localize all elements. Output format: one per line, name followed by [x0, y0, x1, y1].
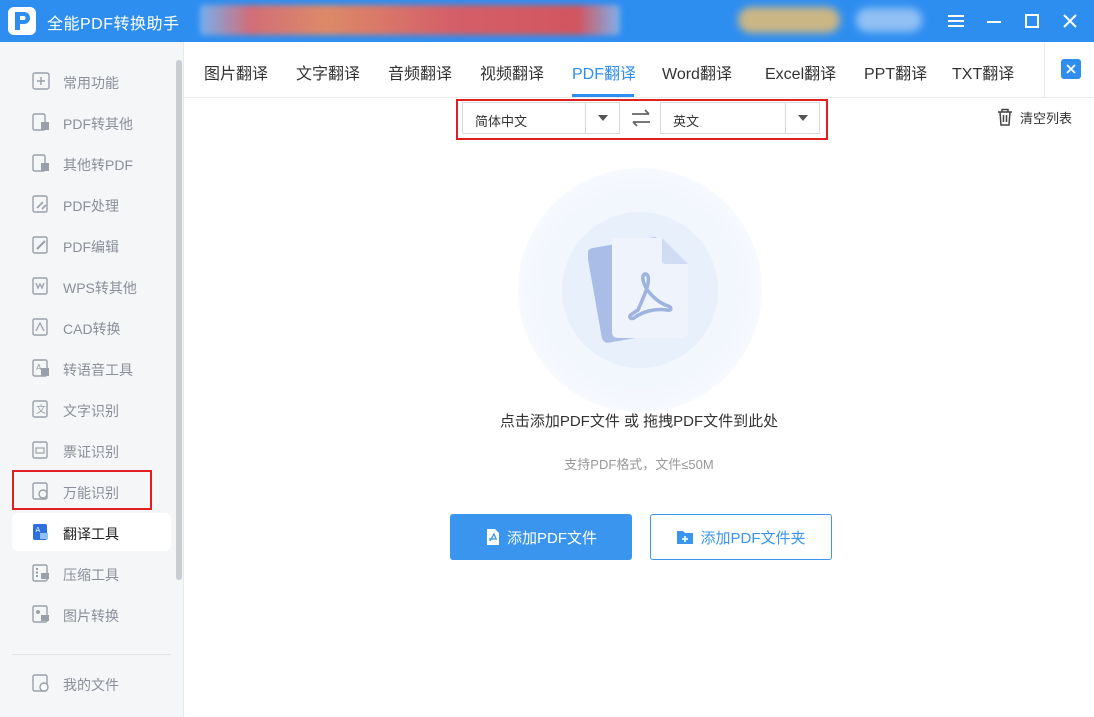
blurred-banner — [200, 5, 620, 35]
sidebar-item-label: 常用功能 — [63, 75, 119, 91]
source-dropdown-toggle[interactable] — [585, 103, 619, 133]
caret-down-icon — [597, 115, 608, 121]
tab-word-translate[interactable]: Word翻译 — [662, 60, 732, 84]
add-file-icon — [485, 528, 501, 546]
voice-icon: A — [32, 359, 49, 377]
target-language-select[interactable]: 英文 — [660, 102, 820, 134]
sidebar-item-pdf-to-other[interactable]: PDF转其他 — [12, 103, 171, 141]
pdf-process-icon — [32, 195, 48, 213]
tab-image-translate[interactable]: 图片翻译 — [204, 60, 268, 84]
sidebar-item-my-files[interactable]: 我的文件 — [12, 664, 171, 702]
tab-separator — [1044, 42, 1045, 98]
dropzone-instruction[interactable]: 点击添加PDF文件 或 拖拽PDF文件到此处 — [0, 410, 1094, 431]
tab-audio-translate[interactable]: 音频翻译 — [388, 60, 452, 84]
blurred-user-avatar — [856, 8, 922, 32]
sidebar-item-label: PDF转其他 — [63, 116, 133, 132]
image-convert-icon — [32, 605, 49, 623]
maximize-icon[interactable] — [1017, 6, 1047, 36]
swap-arrows-icon[interactable] — [629, 107, 653, 134]
sidebar-item-label: PDF处理 — [63, 198, 119, 214]
sidebar: 常用功能 PDF转其他 其他转PDF PDF处理 PDF编辑 WPS转其他 CA… — [0, 42, 184, 717]
blurred-user-info — [738, 7, 840, 33]
highlight-box-translate — [12, 470, 152, 510]
sidebar-item-label: 我的文件 — [63, 677, 119, 693]
title-bar: 全能PDF转换助手 — [0, 0, 1094, 42]
sidebar-item-cad[interactable]: CAD转换 — [12, 308, 171, 346]
sidebar-item-translate[interactable]: A 翻译工具 — [12, 513, 171, 551]
pdf-import-icon — [32, 154, 49, 172]
translate-icon: A — [33, 524, 48, 540]
trash-icon — [998, 108, 1012, 126]
compress-icon — [32, 564, 49, 582]
caret-down-icon — [797, 115, 808, 121]
tab-video-translate[interactable]: 视频翻译 — [480, 60, 544, 84]
cad-icon — [32, 318, 48, 336]
sidebar-item-label: 其他转PDF — [63, 157, 133, 173]
sidebar-item-common[interactable]: 常用功能 — [12, 62, 171, 100]
close-icon[interactable] — [1055, 6, 1085, 36]
target-language-value: 英文 — [673, 114, 700, 129]
sidebar-item-label: WPS转其他 — [63, 280, 137, 296]
pdf-edit-icon — [32, 236, 48, 254]
svg-text:A: A — [36, 526, 41, 534]
clear-list-label: 清空列表 — [1020, 110, 1073, 126]
add-pdf-file-label: 添加PDF文件 — [506, 529, 597, 547]
source-language-select[interactable]: 简体中文 — [462, 102, 620, 134]
sidebar-scrollbar[interactable] — [176, 60, 182, 580]
active-tab-indicator — [572, 94, 634, 97]
tab-txt-translate[interactable]: TXT翻译 — [952, 60, 1014, 84]
add-pdf-folder-button[interactable]: 添加PDF文件夹 — [650, 514, 832, 560]
sidebar-item-label: 图片转换 — [63, 608, 119, 624]
sidebar-item-wps[interactable]: WPS转其他 — [12, 267, 171, 305]
close-panel-button[interactable] — [1061, 59, 1081, 79]
my-files-icon — [32, 674, 49, 692]
tab-ppt-translate[interactable]: PPT翻译 — [864, 60, 927, 84]
dropzone-hint: 支持PDF格式，文件≤50M — [564, 457, 714, 472]
sidebar-item-compress[interactable]: 压缩工具 — [12, 554, 171, 592]
sidebar-item-other-to-pdf[interactable]: 其他转PDF — [12, 144, 171, 182]
add-pdf-file-button[interactable]: 添加PDF文件 — [450, 514, 632, 560]
tab-excel-translate[interactable]: Excel翻译 — [765, 60, 836, 84]
wps-icon — [32, 277, 48, 295]
clear-list-button[interactable]: 清空列表 — [996, 107, 1072, 127]
pdf-logo-icon — [8, 7, 36, 35]
close-icon — [1066, 64, 1076, 74]
sidebar-item-label: 翻译工具 — [63, 526, 119, 542]
sidebar-item-image-convert[interactable]: 图片转换 — [12, 595, 171, 633]
sidebar-divider — [12, 654, 171, 655]
pdf-document-icon[interactable] — [587, 232, 692, 349]
sidebar-item-pdf-edit[interactable]: PDF编辑 — [12, 226, 171, 264]
sidebar-item-label: 压缩工具 — [63, 567, 119, 583]
sidebar-item-voice[interactable]: A 转语音工具 — [12, 349, 171, 387]
target-dropdown-toggle[interactable] — [785, 103, 819, 133]
app-title: 全能PDF转换助手 — [47, 16, 180, 33]
tab-bar: 图片翻译 文字翻译 音频翻译 视频翻译 PDF翻译 Word翻译 Excel翻译… — [184, 42, 1094, 98]
grid-plus-icon — [32, 72, 50, 90]
tab-text-translate[interactable]: 文字翻译 — [296, 60, 360, 84]
tab-pdf-translate[interactable]: PDF翻译 — [572, 60, 636, 84]
sidebar-item-label: 转语音工具 — [63, 362, 133, 378]
minimize-icon[interactable] — [979, 6, 1009, 36]
sidebar-item-pdf-process[interactable]: PDF处理 — [12, 185, 171, 223]
menu-icon[interactable] — [941, 6, 971, 36]
source-language-value: 简体中文 — [475, 114, 528, 129]
pdf-export-icon — [32, 113, 49, 131]
sidebar-item-label: PDF编辑 — [63, 239, 119, 255]
add-folder-icon — [676, 529, 694, 545]
sidebar-item-label: CAD转换 — [63, 321, 121, 337]
add-pdf-folder-label: 添加PDF文件夹 — [700, 529, 806, 547]
